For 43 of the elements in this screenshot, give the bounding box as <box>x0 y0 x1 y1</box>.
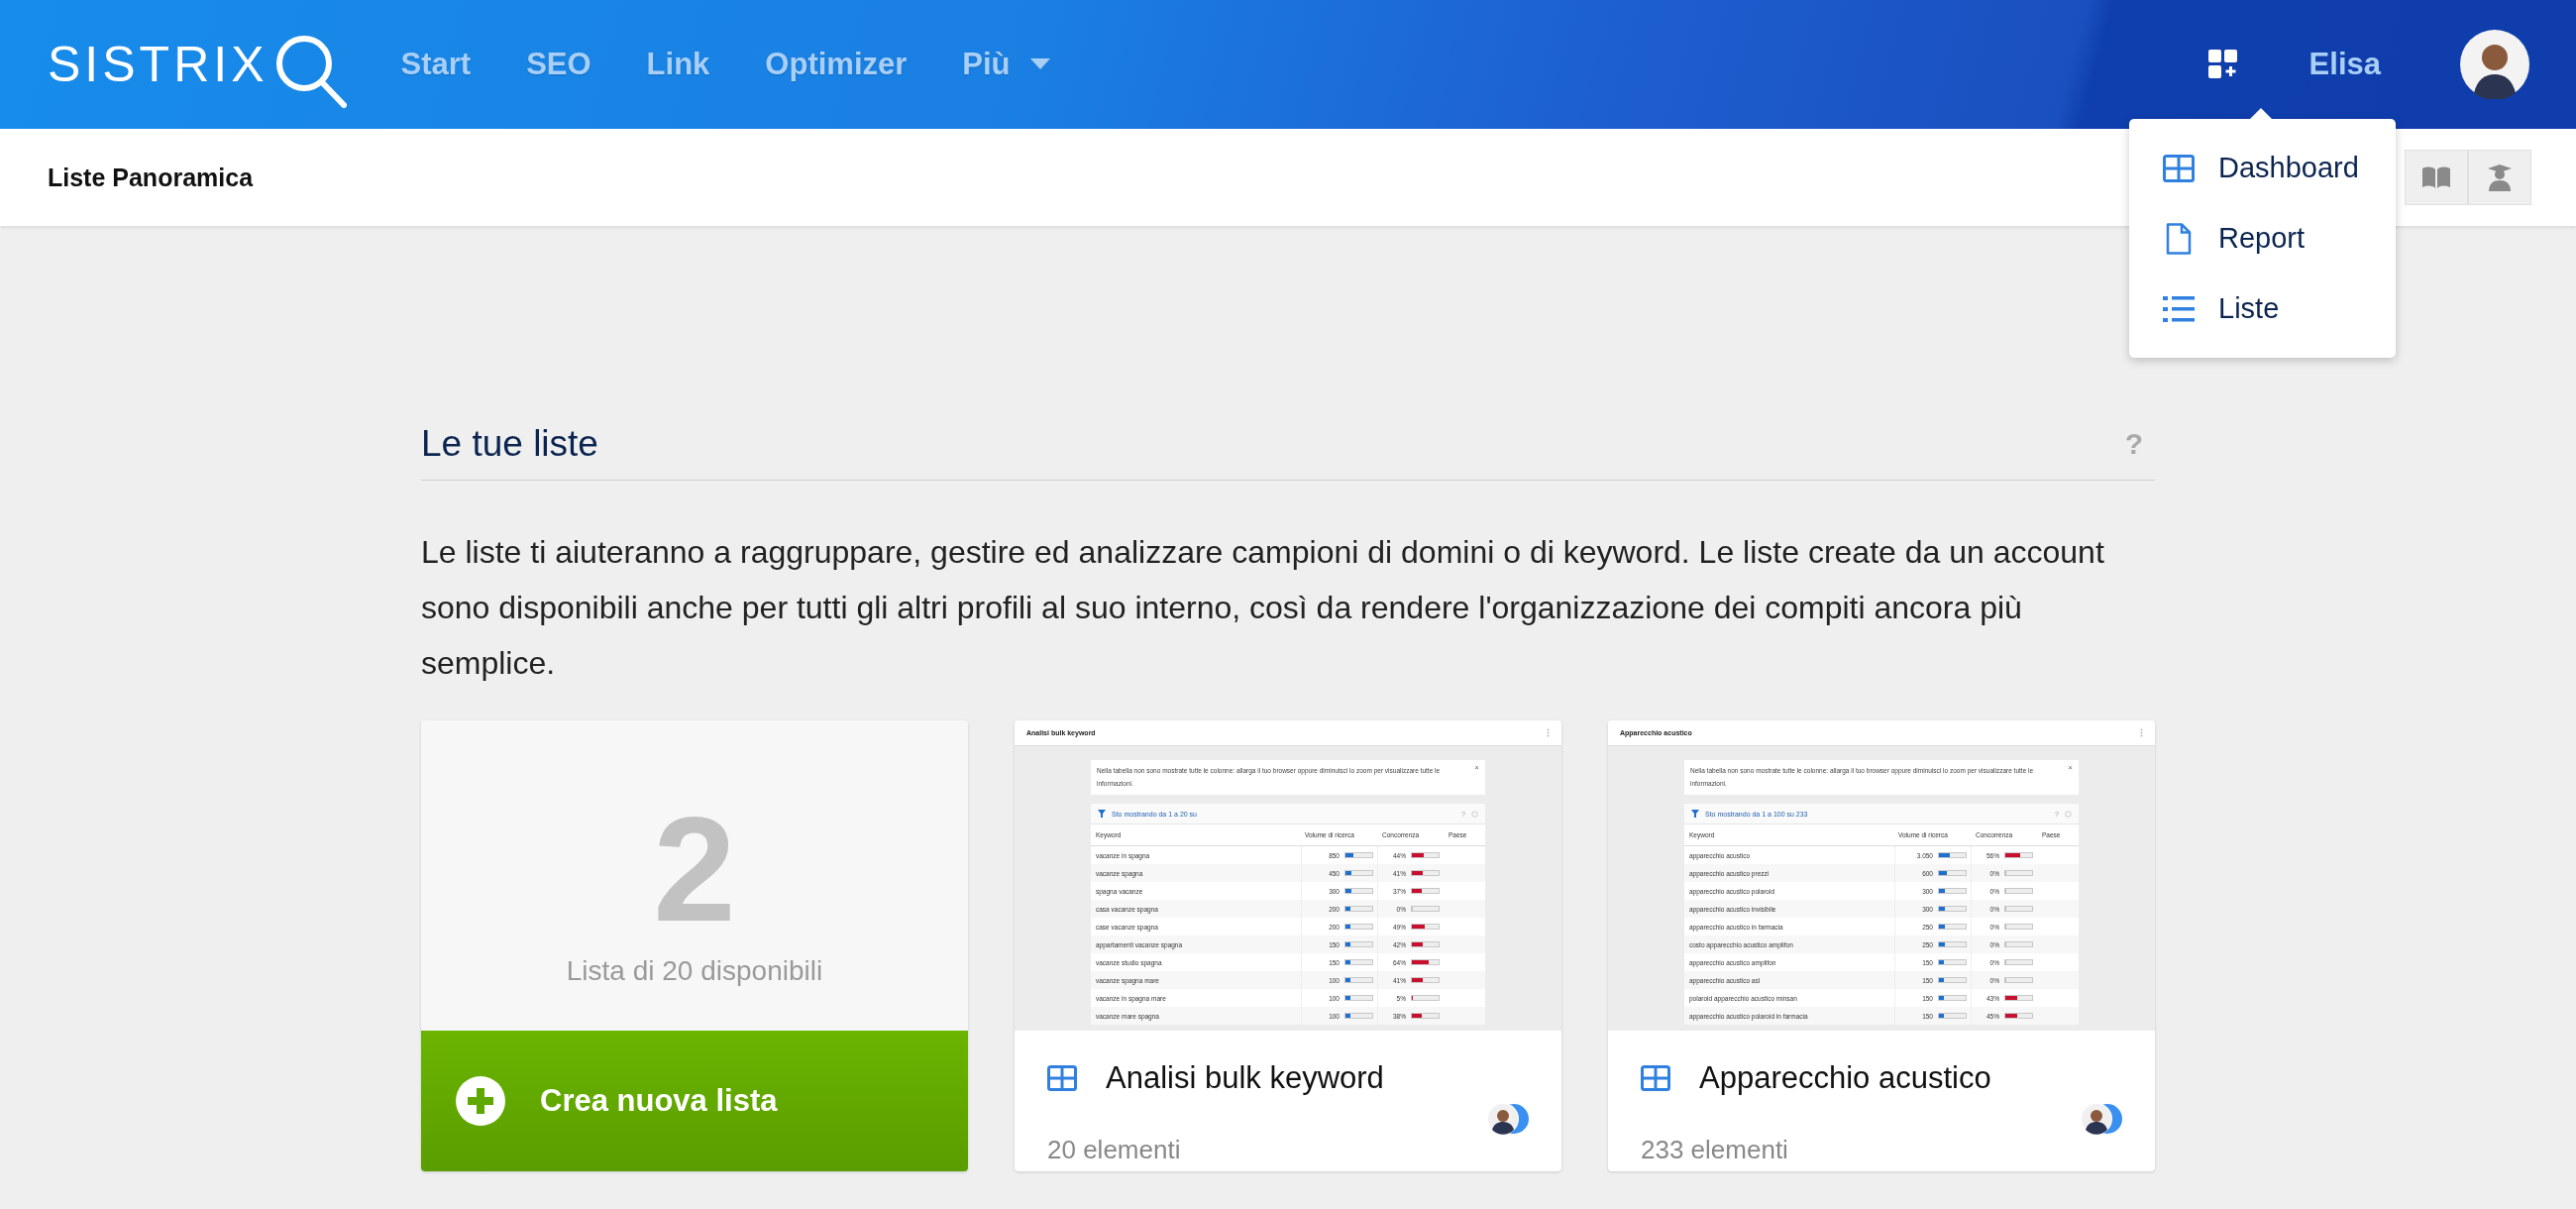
logo-text[interactable]: SISTRIX <box>48 36 268 93</box>
shared-users-icon <box>1486 1102 1530 1136</box>
table-icon <box>2163 154 2195 182</box>
add-widget-icon[interactable] <box>2207 50 2238 79</box>
user-name[interactable]: Elisa <box>2308 47 2381 82</box>
plus-icon <box>456 1076 505 1126</box>
section-title: Le tue liste <box>421 423 598 465</box>
shared-users-icon <box>2080 1102 2123 1136</box>
nav-link[interactable]: Start <box>400 47 472 82</box>
list-name[interactable]: Apparecchio acustico <box>1699 1060 1991 1096</box>
nav-link[interactable]: Link <box>646 47 710 82</box>
close-icon: × <box>2068 763 2073 772</box>
menu-item[interactable]: Report <box>2129 203 2396 274</box>
list-card[interactable] <box>1608 720 2155 1171</box>
nav-link[interactable]: Optimizer <box>765 47 908 82</box>
filter-icon <box>1098 810 1106 818</box>
help-icon[interactable]: ? <box>2124 427 2143 461</box>
list-name[interactable]: Analisi bulk keyword <box>1106 1060 1384 1096</box>
item-count: 233 elementi <box>1641 1135 1788 1165</box>
academy-button[interactable] <box>2468 150 2531 205</box>
create-list-button[interactable]: Crea nuova lista <box>421 1031 968 1171</box>
description: Le liste ti aiuteranno a raggruppare, gestire ed analizzare campioni di domini o di keyword. Le liste create da un account sono disponibili anche per tutti gli altri profili al suo interno, così da rendere l'organizzazione dei compiti ancora più semplice. <box>421 533 2105 683</box>
guide-button[interactable] <box>2405 150 2468 205</box>
item-count: 20 elementi <box>1047 1135 1181 1165</box>
list-icon <box>2163 295 2195 322</box>
table-icon <box>1047 1065 1077 1091</box>
table-icon <box>1641 1065 1670 1091</box>
user-avatar[interactable] <box>2460 30 2529 99</box>
filter-icon <box>1691 810 1699 818</box>
caret-icon <box>1029 58 1050 70</box>
more-menu[interactable]: Più <box>962 47 1050 82</box>
menu-item[interactable]: Liste <box>2129 274 2396 344</box>
close-icon: × <box>1474 763 1479 772</box>
list-card[interactable] <box>1015 720 1561 1171</box>
graduate-icon <box>2487 164 2513 191</box>
book-icon <box>2421 165 2451 189</box>
logo-magnifier-icon[interactable] <box>273 33 350 110</box>
list-quota: Lista di 20 disponibili <box>566 954 823 987</box>
settings-icon <box>2065 810 2072 818</box>
page-title: Liste Panoramica <box>48 163 254 192</box>
menu-item[interactable]: Dashboard <box>2129 133 2396 203</box>
settings-icon <box>1471 810 1478 818</box>
nav-link[interactable]: SEO <box>526 47 591 82</box>
